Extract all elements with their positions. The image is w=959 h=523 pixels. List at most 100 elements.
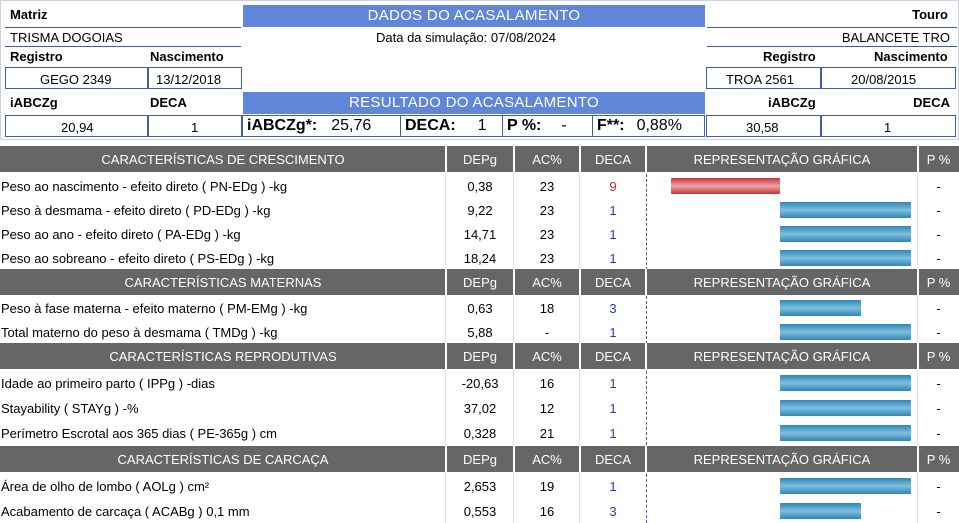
trait-p: - [936, 478, 941, 494]
trait-name: Peso à fase materna - efeito materno ( P… [1, 300, 308, 316]
section-title: CARACTERÍSTICAS REPRODUTIVAS [109, 348, 337, 364]
table-row: Peso à desmama - efeito direto ( PD-EDg … [0, 198, 959, 222]
trait-deca: 9 [609, 178, 617, 194]
trait-depg: 0,553 [463, 503, 497, 519]
column-p-header: P % [926, 151, 951, 167]
trait-p: - [936, 300, 941, 316]
trait-ac: 23 [539, 250, 555, 266]
matriz-name: TRISMA DOGOIAS [10, 30, 123, 45]
trait-ac: - [544, 324, 550, 340]
column-depg-header: DEPg [463, 274, 497, 290]
trait-ac: 12 [539, 400, 555, 416]
column-depg-header: DEPg [463, 348, 497, 364]
matriz-label: Matriz [10, 7, 48, 22]
result-iabczg-label: iABCZg*: [247, 117, 318, 134]
header-divider [579, 446, 581, 472]
section-title: CARACTERÍSTICAS DE CRESCIMENTO [101, 151, 345, 167]
trait-name: Peso ao ano - efeito direto ( PA-EDg ) -… [1, 226, 241, 242]
traits-table: CARACTERÍSTICAS DE CRESCIMENTO DEPg AC% DEC… [0, 144, 959, 523]
trait-name: Área de olho de lombo ( AOLg ) cm² [1, 478, 210, 494]
column-rep-header: REPRESENTAÇÃO GRÁFICA [693, 274, 871, 290]
trait-deca: 1 [609, 324, 617, 340]
touro-iabczg-label: iABCZg [768, 95, 816, 110]
trait-deca: 1 [609, 226, 617, 242]
trait-p: - [936, 400, 941, 416]
matriz-nascimento: 13/12/2018 [156, 72, 222, 87]
trait-ac: 23 [539, 202, 555, 218]
column-deca-header: DECA [594, 451, 632, 467]
touro-name: BALANCETE TRO [841, 30, 950, 45]
simulation-date: Data da simulação: 07/08/2024 [376, 30, 556, 45]
trait-ac: 23 [539, 178, 555, 194]
trait-depg: 5,88 [467, 324, 493, 340]
header-divider [917, 146, 919, 172]
trait-p: - [936, 375, 941, 391]
touro-nascimento-label: Nascimento [874, 49, 948, 64]
header-divider [645, 146, 647, 172]
trait-ac: 23 [539, 226, 555, 242]
column-rep-header: REPRESENTAÇÃO GRÁFICA [693, 348, 871, 364]
mating-data-header: Matriz DADOS DO ACASALAMENTO Touro TRISM… [0, 0, 959, 140]
header-divider [513, 146, 515, 172]
matriz-iabczg-label: iABCZg [10, 95, 58, 110]
header-divider [917, 269, 919, 295]
matriz-deca-label: DECA [150, 95, 187, 110]
column-deca-header: DECA [594, 348, 632, 364]
touro-nascimento: 20/08/2015 [851, 72, 917, 87]
column-deca-header: DECA [594, 274, 632, 290]
trait-name: Peso à desmama - efeito direto ( PD-EDg … [1, 202, 271, 218]
touro-deca-label: DECA [913, 95, 950, 110]
column-rep-header: REPRESENTAÇÃO GRÁFICA [693, 451, 871, 467]
section-header: CARACTERÍSTICAS REPRODUTIVAS DEPg AC% DECA R… [0, 343, 959, 369]
section-header: CARACTERÍSTICAS MATERNAS DEPg AC% DECA REPRE… [0, 269, 959, 295]
trait-name: Idade ao primeiro parto ( IPPg ) -dias [1, 375, 215, 391]
trait-p: - [936, 503, 941, 519]
mating-result-row: iABCZg*: 25,76 DECA: 1 P %: - F**: 0,88% [242, 115, 705, 137]
table-row: Total materno do peso à desmama ( TMDg )… [0, 320, 959, 344]
trait-p: - [936, 178, 941, 194]
header-divider [513, 446, 515, 472]
trait-depg: 18,24 [463, 250, 497, 266]
result-f-label: F**: [597, 117, 625, 134]
section-header: CARACTERÍSTICAS DE CARCAÇA DEPg AC% DECA REP… [0, 446, 959, 472]
result-iabczg-value: 25,76 [331, 117, 372, 134]
trait-deca: 1 [609, 250, 617, 266]
trait-ac: 21 [539, 425, 555, 441]
column-deca-header: DECA [594, 151, 632, 167]
header-divider [513, 269, 515, 295]
trait-deca: 1 [609, 400, 617, 416]
trait-p: - [936, 226, 941, 242]
trait-deca: 1 [609, 375, 617, 391]
trait-depg: 37,02 [463, 400, 497, 416]
trait-depg: 0,38 [467, 178, 493, 194]
result-f-value: 0,88% [636, 117, 682, 134]
trait-p: - [936, 425, 941, 441]
column-p-header: P % [926, 451, 951, 467]
table-row: Peso ao nascimento - efeito direto ( PN-… [0, 174, 959, 198]
trait-name: Perímetro Escrotal aos 365 dias ( PE-365… [1, 425, 278, 441]
touro-iabczg: 30,58 [746, 120, 779, 135]
section-title: CARACTERÍSTICAS DE CARCAÇA [117, 451, 329, 467]
trait-p: - [936, 202, 941, 218]
header-divider [445, 146, 447, 172]
trait-ac: 19 [539, 478, 555, 494]
table-row: Peso ao ano - efeito direto ( PA-EDg ) -… [0, 222, 959, 246]
trait-deca: 3 [609, 300, 617, 316]
column-ac-header: AC% [532, 151, 562, 167]
result-p-value: - [561, 117, 567, 134]
header-divider [445, 269, 447, 295]
table-row: Área de olho de lombo ( AOLg ) cm² 2,653 1… [0, 474, 959, 498]
dados-acasalamento-title: DADOS DO ACASALAMENTO [243, 5, 705, 27]
column-p-header: P % [926, 348, 951, 364]
column-p-header: P % [926, 274, 951, 290]
trait-name: Acabamento de carcaça ( ACABg ) 0,1 mm [1, 503, 250, 519]
header-divider [917, 446, 919, 472]
trait-ac: 16 [539, 503, 555, 519]
result-p-label: P %: [507, 117, 542, 134]
trait-name: Total materno do peso à desmama ( TMDg )… [1, 324, 278, 340]
result-deca-label: DECA: [405, 117, 456, 134]
section-header: CARACTERÍSTICAS DE CRESCIMENTO DEPg AC% DEC… [0, 146, 959, 172]
table-row: Stayability ( STAYg ) -% 37,02 12 1 - [0, 396, 959, 420]
header-divider [579, 343, 581, 369]
trait-ac: 16 [539, 375, 555, 391]
